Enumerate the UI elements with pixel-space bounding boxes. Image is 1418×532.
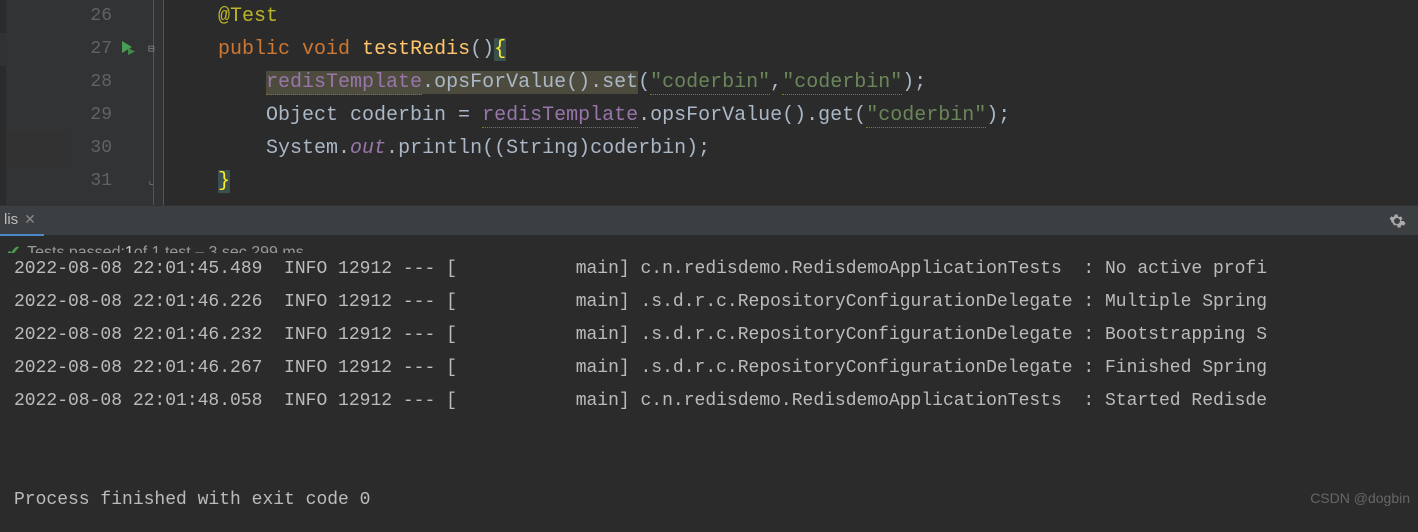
line-number: 31 (66, 165, 112, 198)
exit-line: Process finished with exit code 0 (14, 484, 1418, 517)
breakpoint-gutter[interactable] (6, 0, 66, 205)
code-line[interactable]: @Test (218, 0, 1418, 33)
log-line: 2022-08-08 22:01:46.267 INFO 12912 --- [… (14, 352, 1418, 385)
log-line: 2022-08-08 22:01:45.489 INFO 12912 --- [… (14, 253, 1418, 286)
code-line[interactable]: redisTemplate.opsForValue().set("coderbi… (218, 66, 1418, 99)
fold-gutter[interactable]: ⊟ ⌞ (144, 0, 164, 205)
console-tab[interactable]: lis ✕ (0, 206, 44, 236)
gear-icon[interactable] (1388, 212, 1406, 236)
code-editor[interactable]: 26 27 28 29 30 31 ⊟ ⌞ @Test public void … (0, 0, 1418, 205)
line-number: 29 (66, 99, 112, 132)
code-line[interactable]: System.out.println((String)coderbin); (218, 132, 1418, 165)
line-number: 26 (66, 0, 112, 33)
fold-start-icon[interactable]: ⊟ (148, 42, 155, 56)
line-number: 28 (66, 66, 112, 99)
code-line[interactable]: Object coderbin = redisTemplate.opsForVa… (218, 99, 1418, 132)
close-icon[interactable]: ✕ (24, 211, 36, 228)
line-number: 30 (66, 132, 112, 165)
log-line: 2022-08-08 22:01:46.226 INFO 12912 --- [… (14, 286, 1418, 319)
blank-line (14, 451, 1418, 484)
code-line[interactable]: } (218, 165, 1418, 198)
line-number-gutter: 26 27 28 29 30 31 (66, 0, 116, 205)
code-line[interactable]: public void testRedis(){ (218, 33, 1418, 66)
log-line: 2022-08-08 22:01:46.232 INFO 12912 --- [… (14, 319, 1418, 352)
watermark: CSDN @dogbin (1310, 482, 1410, 515)
line-number: 27 (66, 33, 112, 66)
run-test-icon[interactable] (118, 38, 136, 62)
tab-label: lis (4, 211, 18, 228)
gutter-icon-area (116, 0, 144, 205)
fold-end-icon[interactable]: ⌞ (148, 174, 155, 188)
console-output[interactable]: 2022-08-08 22:01:45.489 INFO 12912 --- [… (0, 253, 1418, 517)
output-highlight: coderbin (14, 418, 1418, 451)
panel-tab-bar: lis ✕ (0, 205, 1418, 235)
indent-guide-area (164, 0, 214, 205)
log-line: 2022-08-08 22:01:48.058 INFO 12912 --- [… (14, 385, 1418, 418)
code-content[interactable]: @Test public void testRedis(){ redisTemp… (214, 0, 1418, 205)
